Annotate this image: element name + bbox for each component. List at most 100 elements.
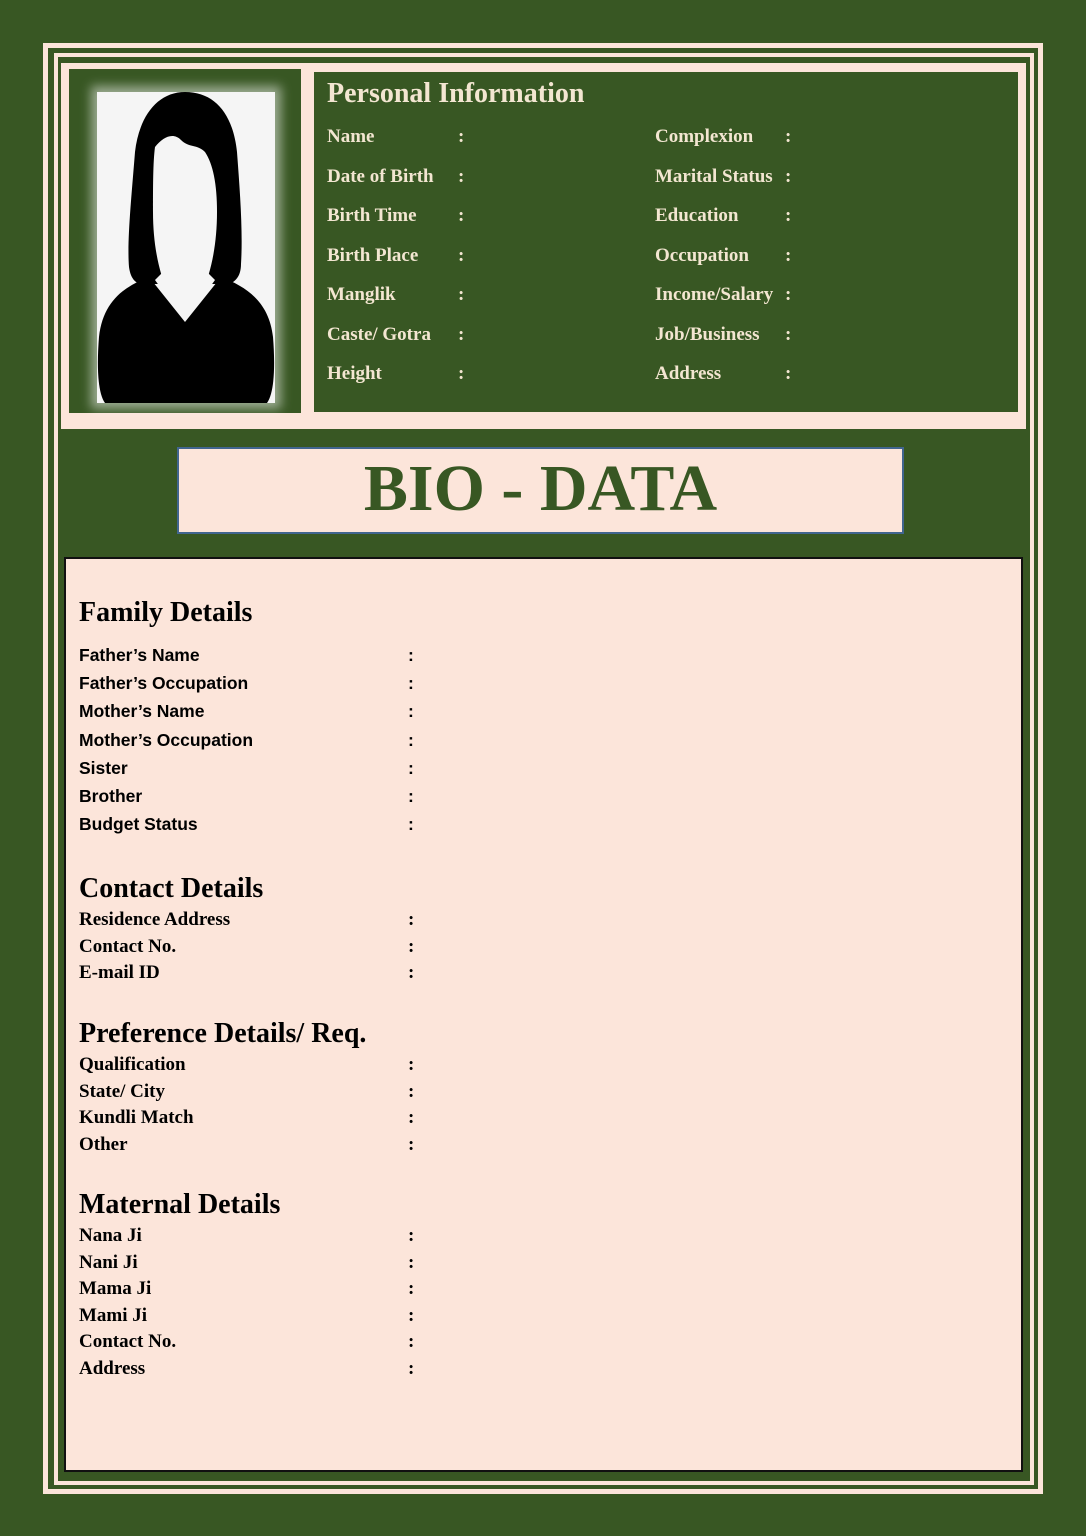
field-separator: : xyxy=(408,1107,415,1128)
field-separator: : xyxy=(408,909,415,930)
field-separator: : xyxy=(458,205,465,226)
field-label: Nana Ji xyxy=(79,1225,142,1246)
field-label: Other xyxy=(79,1133,128,1155)
field-separator: : xyxy=(785,323,792,345)
field-separator: : xyxy=(408,645,414,665)
field-label: E-mail ID xyxy=(79,962,160,983)
field-label: Birth Time xyxy=(327,205,417,226)
field-separator: : xyxy=(408,1357,415,1379)
family-detail-row: Father’s Name: xyxy=(79,645,479,673)
field-label: Job/Business xyxy=(655,323,760,345)
family-details-list: Father’s Name: Father’s Occupation: Mother… xyxy=(79,645,479,842)
preference-detail-row: Other: xyxy=(79,1134,479,1161)
field-separator: : xyxy=(458,244,465,266)
contact-details-list: Residence Address: Contact No.: E-mail ID: xyxy=(79,909,479,989)
contact-detail-row: E-mail ID: xyxy=(79,962,479,989)
family-detail-row: Mother’s Occupation: xyxy=(79,730,479,758)
personal-information-panel: Personal Information Name: Date of Birth:… xyxy=(314,72,1018,412)
family-detail-row: Brother: xyxy=(79,786,479,814)
field-separator: : xyxy=(408,757,414,778)
field-label: State/ City xyxy=(79,1080,166,1102)
field-separator: : xyxy=(458,323,465,345)
field-separator: : xyxy=(408,673,414,694)
field-separator: : xyxy=(408,1278,415,1299)
field-label: Father’s Name xyxy=(79,645,200,665)
maternal-detail-row: Nani Ji: xyxy=(79,1252,479,1279)
field-separator: : xyxy=(408,1251,415,1273)
maternal-detail-row: Nana Ji: xyxy=(79,1225,479,1252)
biodata-heading: BIO - DATA xyxy=(363,452,718,525)
preference-detail-row: State/ City: xyxy=(79,1081,479,1108)
family-detail-row: Budget Status: xyxy=(79,814,479,842)
field-label: Father’s Occupation xyxy=(79,673,249,694)
field-label: Budget Status xyxy=(79,814,198,835)
details-panel: Family Details Father’s Name: Father’s Oc… xyxy=(64,557,1023,1472)
field-separator: : xyxy=(408,962,415,983)
field-label: Address xyxy=(655,363,722,384)
field-separator: : xyxy=(785,165,792,187)
field-separator: : xyxy=(458,284,465,305)
field-separator: : xyxy=(785,363,792,384)
field-label: Income/Salary xyxy=(655,284,774,305)
field-separator: : xyxy=(408,1080,415,1102)
preference-detail-row: Qualification: xyxy=(79,1054,479,1081)
field-separator: : xyxy=(785,284,792,305)
field-label: Birth Place xyxy=(327,244,419,266)
field-separator: : xyxy=(408,1304,415,1326)
field-separator: : xyxy=(408,1133,415,1155)
contact-details-title: Contact Details xyxy=(79,873,264,904)
field-separator: : xyxy=(408,729,414,750)
field-label: Qualification xyxy=(79,1054,186,1075)
field-label: Contact No. xyxy=(79,935,177,957)
field-separator: : xyxy=(408,935,415,957)
field-separator: : xyxy=(408,701,414,722)
field-label: Sister xyxy=(79,757,128,778)
field-label: Contact No. xyxy=(79,1331,177,1352)
preference-details-list: Qualification: State/ City: Kundli Match: O… xyxy=(79,1054,479,1160)
family-detail-row: Sister: xyxy=(79,758,479,786)
maternal-detail-row: Mama Ji: xyxy=(79,1278,479,1305)
field-label: Nani Ji xyxy=(79,1251,138,1273)
field-label: Manglik xyxy=(327,284,396,305)
field-label: Name xyxy=(327,126,375,147)
field-label: Mother’s Name xyxy=(79,701,205,722)
preference-details-title: Preference Details/ Req. xyxy=(79,1018,367,1049)
field-separator: : xyxy=(785,205,792,226)
field-separator: : xyxy=(458,363,465,384)
field-label: Kundli Match xyxy=(79,1107,194,1128)
contact-detail-row: Contact No.: xyxy=(79,936,479,963)
field-label: Complexion xyxy=(655,126,754,147)
field-label: Education xyxy=(655,205,739,226)
field-label: Mama Ji xyxy=(79,1278,152,1299)
maternal-detail-row: Mami Ji: xyxy=(79,1305,479,1332)
profile-photo[interactable] xyxy=(97,92,275,403)
field-separator: : xyxy=(408,1054,415,1075)
field-label: Brother xyxy=(79,785,143,806)
field-separator: : xyxy=(408,1331,415,1352)
field-separator: : xyxy=(408,785,414,806)
preference-detail-row: Kundli Match: xyxy=(79,1107,479,1134)
field-label: Mother’s Occupation xyxy=(79,729,254,750)
field-label: Occupation xyxy=(655,244,749,266)
field-separator: : xyxy=(785,126,792,147)
field-label: Marital Status xyxy=(655,165,773,187)
field-separator: : xyxy=(408,814,414,835)
maternal-detail-row: Address: xyxy=(79,1358,479,1385)
personal-information-title: Personal Information xyxy=(327,78,585,109)
family-detail-row: Mother’s Name: xyxy=(79,701,479,729)
field-separator: : xyxy=(785,244,792,266)
field-label: Height xyxy=(327,363,382,384)
field-label: Caste/ Gotra xyxy=(327,323,431,345)
field-separator: : xyxy=(458,165,465,187)
field-label: Date of Birth xyxy=(327,165,434,187)
biodata-title-box: BIO - DATA xyxy=(177,447,904,534)
contact-detail-row: Residence Address: xyxy=(79,909,479,936)
field-label: Mami Ji xyxy=(79,1304,148,1326)
maternal-details-title: Maternal Details xyxy=(79,1189,281,1220)
maternal-detail-row: Contact No.: xyxy=(79,1331,479,1358)
field-label: Residence Address xyxy=(79,909,231,930)
family-details-title: Family Details xyxy=(79,597,253,628)
field-label: Address xyxy=(79,1357,146,1379)
female-avatar-icon xyxy=(97,92,275,403)
family-detail-row: Father’s Occupation: xyxy=(79,673,479,701)
